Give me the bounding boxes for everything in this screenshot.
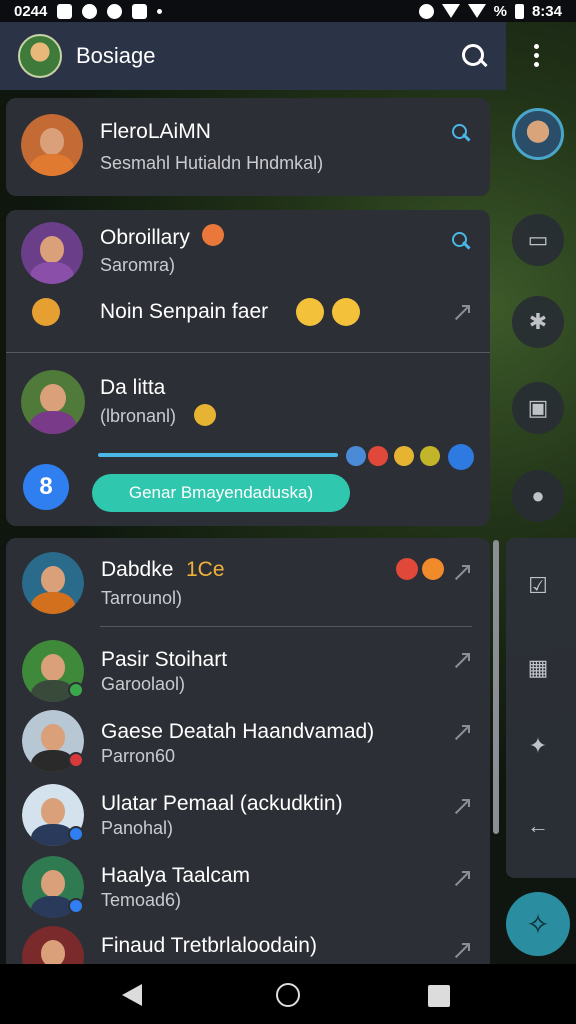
- pinned-chat-card-1[interactable]: FleroLAiMN Sesmahl Hutialdn Hndmkal): [6, 98, 490, 196]
- send-icon[interactable]: [448, 444, 474, 470]
- side-rail: ▭ ✱ ▣ ● ☑ ▦ ✦ ← ✧: [506, 90, 576, 964]
- chat-subtitle: Parron60: [101, 746, 176, 766]
- chat-name: Dabdke: [101, 558, 174, 581]
- share-arrow-icon[interactable]: [452, 724, 470, 742]
- app-bar: Bosiage: [0, 22, 506, 90]
- chat-name: Obroillary: [100, 226, 190, 249]
- ghost-icon[interactable]: ●: [512, 470, 564, 522]
- crown-emoji-icon: [194, 404, 216, 426]
- account-logo-icon[interactable]: 8: [23, 464, 69, 510]
- chat-name: Haalya Taalcam: [101, 864, 251, 887]
- chat-name: Ulatar Pemaal (ackudktin): [101, 792, 343, 815]
- rail-profile-avatar[interactable]: [512, 108, 564, 160]
- chat-subtitle: Panohal): [101, 818, 174, 838]
- verified-badge: [68, 826, 84, 842]
- chat-subtitle: Garoolaol): [101, 674, 186, 694]
- verified-badge: [68, 898, 84, 914]
- chat-name: Finaud Tretbrlaloodain): [101, 934, 317, 957]
- drop-emoji-icon: [346, 446, 366, 466]
- share-arrow-icon[interactable]: [452, 564, 470, 582]
- pin-icon[interactable]: [450, 122, 472, 144]
- battery-percent: %: [493, 2, 507, 20]
- bug-icon[interactable]: ✱: [512, 296, 564, 348]
- profile-avatar[interactable]: [18, 34, 62, 78]
- action-button[interactable]: Genar Bmayendaduska): [92, 474, 350, 512]
- avatar: [21, 222, 83, 284]
- share-arrow-icon[interactable]: [452, 870, 470, 888]
- status-time-left: 0244: [14, 2, 48, 20]
- notification-icon: [107, 3, 123, 19]
- chat-name: Da litta: [100, 376, 166, 399]
- notification-dot-icon: [157, 8, 163, 14]
- smile-emoji-icon: [332, 298, 360, 326]
- cake-emoji-icon: [202, 224, 224, 246]
- battery-icon: [514, 3, 524, 19]
- pinned-chat-group: Obroillary Saromra) Noin Senpain faer Da…: [6, 210, 490, 526]
- wallet-icon[interactable]: ▣: [512, 382, 564, 434]
- scrollbar[interactable]: [493, 540, 499, 834]
- status-bar: 0244 % 8:34: [0, 0, 576, 22]
- share-arrow-icon[interactable]: [452, 798, 470, 816]
- chat-list: Dabdke 1Ce Tarrounol) Pasir Stoihart Gar…: [6, 538, 490, 988]
- chat-subtitle: Tarrounol): [101, 588, 183, 608]
- chat-subtitle: (lbronanl): [100, 406, 177, 426]
- chat-name: Gaese Deatah Haandvamad): [101, 720, 375, 743]
- chat-subtitle: Temoad6): [101, 890, 182, 910]
- alarm-icon: [418, 3, 434, 19]
- avatar: [21, 114, 83, 176]
- recents-icon[interactable]: [428, 985, 450, 1007]
- inbox-icon[interactable]: ☑: [512, 560, 564, 612]
- divider: [100, 626, 472, 627]
- chat-name: Pasir Stoihart: [101, 648, 228, 671]
- sticker-icon: [32, 298, 60, 326]
- search-icon[interactable]: [460, 42, 488, 70]
- divider: [6, 352, 490, 353]
- rail-panel: ☑ ▦ ✦ ←: [506, 538, 576, 878]
- chat-subtitle: Sesmahl Hutialdn Hndmkal): [100, 153, 324, 173]
- star-emoji-icon: [368, 446, 388, 466]
- app-title: Bosiage: [76, 43, 156, 68]
- home-icon[interactable]: [276, 983, 300, 1007]
- avatar: [22, 552, 84, 614]
- crown-emoji-icon: [420, 446, 440, 466]
- back-arrow-icon[interactable]: ←: [512, 800, 564, 852]
- progress-bar: [98, 453, 338, 457]
- status-badge: [68, 752, 84, 768]
- star-emoji-icon: [396, 558, 418, 580]
- fire-emoji-icon: [422, 558, 444, 580]
- notification-icon: [132, 3, 148, 19]
- compass-fab-icon[interactable]: ✧: [506, 892, 570, 956]
- avatar: [21, 370, 85, 434]
- notification-icon: [57, 3, 73, 19]
- chat-subtitle: Saromra): [100, 255, 176, 275]
- share-arrow-icon[interactable]: [452, 942, 470, 960]
- chart-icon[interactable]: ▦: [512, 642, 564, 694]
- wifi-icon: [441, 4, 460, 18]
- online-badge: [68, 682, 84, 698]
- signal-icon: [467, 4, 486, 18]
- share-arrow-icon[interactable]: [452, 652, 470, 670]
- settings-icon[interactable]: ✦: [512, 720, 564, 772]
- star-emoji-icon: [394, 446, 414, 466]
- chat-message: Noin Senpain faer: [100, 300, 269, 323]
- smile-emoji-icon: [296, 298, 324, 326]
- notification-icon: [82, 3, 98, 19]
- status-time-right: 8:34: [531, 2, 562, 20]
- chat-bubble-icon[interactable]: ▭: [512, 214, 564, 266]
- share-arrow-icon[interactable]: [452, 304, 470, 322]
- chat-name: FleroLAiMN: [100, 120, 211, 143]
- chat-name-accent: 1Ce: [186, 558, 225, 581]
- more-vert-icon[interactable]: [534, 44, 540, 70]
- pin-icon[interactable]: [450, 230, 472, 252]
- back-icon[interactable]: [122, 984, 142, 1006]
